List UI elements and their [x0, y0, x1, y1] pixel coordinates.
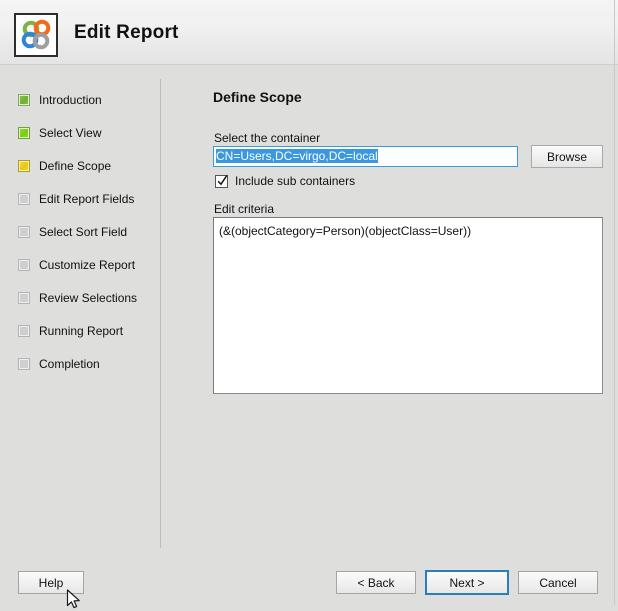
help-button[interactable]: Help — [18, 571, 84, 594]
window-right-edge — [614, 0, 615, 605]
step-status-icon — [18, 94, 30, 106]
sidebar-item-running-report[interactable]: Running Report — [18, 320, 153, 342]
sidebar-item-completion[interactable]: Completion — [18, 353, 153, 375]
browse-button[interactable]: Browse — [531, 145, 603, 168]
wizard-steps-list: Introduction Select View Define Scope Ed… — [18, 89, 153, 386]
sidebar-item-label: Define Scope — [39, 159, 112, 173]
step-status-icon — [18, 193, 30, 205]
include-sub-containers-checkbox[interactable] — [215, 174, 228, 188]
step-status-icon — [18, 325, 30, 337]
sidebar-item-label: Review Selections — [39, 291, 138, 305]
step-status-icon — [18, 160, 30, 172]
window-header: Edit Report — [0, 0, 618, 65]
sidebar-item-review-selections[interactable]: Review Selections — [18, 287, 153, 309]
back-button[interactable]: < Back — [336, 571, 416, 594]
sidebar-item-label: Edit Report Fields — [39, 192, 135, 206]
report-app-icon — [14, 13, 58, 57]
step-status-icon — [18, 259, 30, 271]
include-sub-containers-label: Include sub containers — [235, 174, 356, 188]
container-input-value: CN=Users,DC=virgo,DC=local — [216, 149, 378, 163]
sidebar-item-edit-report-fields[interactable]: Edit Report Fields — [18, 188, 153, 210]
sidebar-divider — [160, 79, 161, 551]
include-sub-containers-row[interactable]: Include sub containers — [215, 174, 355, 188]
criteria-field-label: Edit criteria — [214, 202, 275, 216]
sidebar-item-label: Select Sort Field — [39, 225, 128, 239]
wizard-body: Introduction Select View Define Scope Ed… — [0, 65, 618, 605]
page-title: Edit Report — [74, 22, 179, 43]
sidebar-item-introduction[interactable]: Introduction — [18, 89, 153, 111]
criteria-textarea[interactable]: (&(objectCategory=Person)(objectClass=Us… — [213, 217, 603, 394]
criteria-value: (&(objectCategory=Person)(objectClass=Us… — [219, 224, 472, 238]
sidebar-item-label: Completion — [39, 357, 100, 371]
sidebar-item-label: Customize Report — [39, 258, 136, 272]
step-status-icon — [18, 292, 30, 304]
sidebar-item-select-sort-field[interactable]: Select Sort Field — [18, 221, 153, 243]
container-input[interactable]: CN=Users,DC=virgo,DC=local — [213, 146, 518, 167]
cancel-button[interactable]: Cancel — [518, 571, 598, 594]
four-rings-glyph — [21, 19, 51, 50]
step-status-icon — [18, 358, 30, 370]
sidebar-item-label: Select View — [39, 126, 102, 140]
checkmark-icon — [217, 174, 228, 185]
sidebar-item-select-view[interactable]: Select View — [18, 122, 153, 144]
sidebar-item-customize-report[interactable]: Customize Report — [18, 254, 153, 276]
section-title: Define Scope — [213, 89, 302, 105]
next-button[interactable]: Next > — [425, 570, 509, 595]
container-field-label: Select the container — [214, 131, 321, 145]
sidebar-item-label: Introduction — [39, 93, 102, 107]
step-status-icon — [18, 127, 30, 139]
step-status-icon — [18, 226, 30, 238]
sidebar-item-label: Running Report — [39, 324, 124, 338]
sidebar-item-define-scope[interactable]: Define Scope — [18, 155, 153, 177]
